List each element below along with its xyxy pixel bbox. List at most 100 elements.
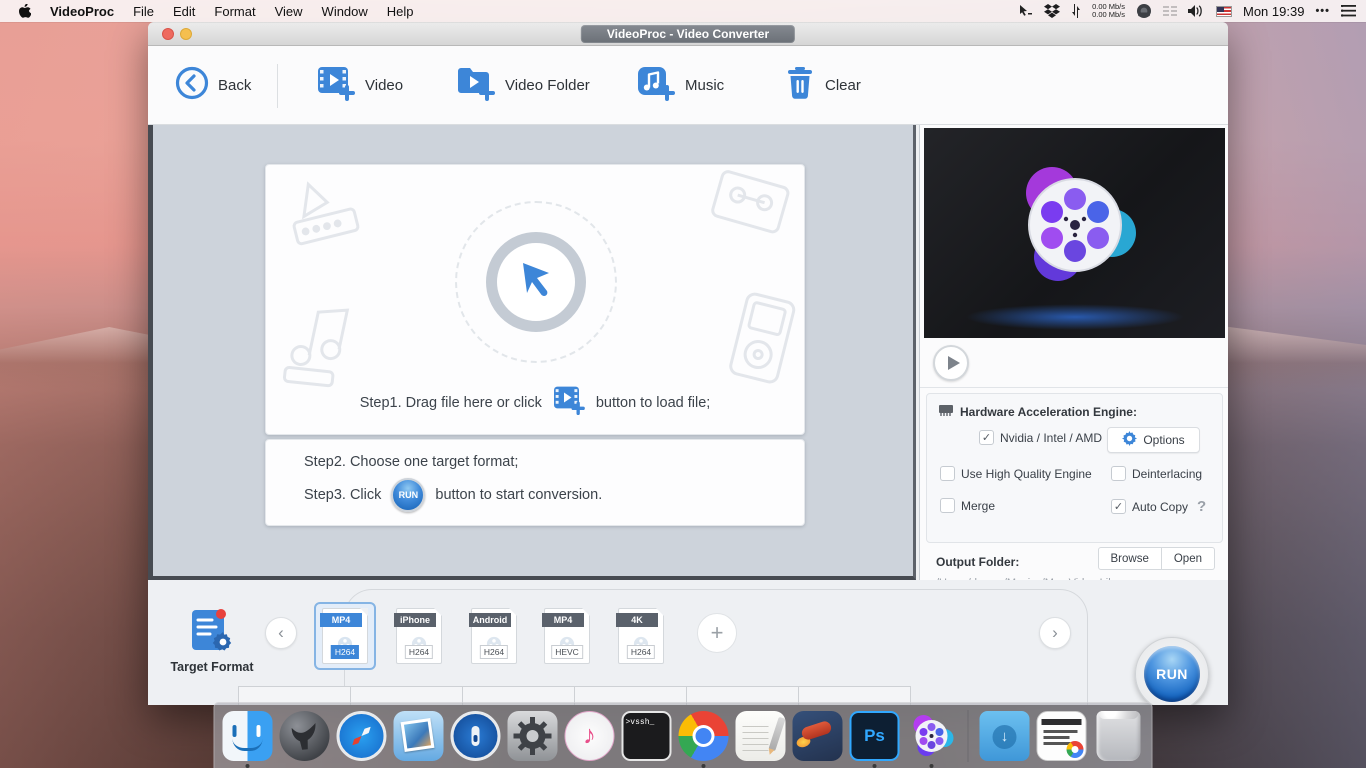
gpu-checkbox-row[interactable]: ✓ Nvidia / Intel / AMD (979, 430, 1102, 445)
deinterlacing-checkbox[interactable] (1111, 466, 1126, 481)
logo-glow (965, 304, 1185, 330)
format-card-selected[interactable]: MP4 H264 (314, 602, 376, 670)
dock-rocket-app[interactable] (793, 711, 843, 761)
scroll-formats-right-button[interactable]: › (1039, 617, 1071, 649)
dock-minimized-window[interactable] (1037, 711, 1087, 761)
safari-icon (337, 711, 387, 761)
menu-format[interactable]: Format (214, 4, 255, 19)
step2-text: Step2. Choose one target format; (304, 454, 602, 470)
1password-icon (451, 711, 501, 761)
browse-button[interactable]: Browse (1098, 547, 1162, 570)
clear-button[interactable]: Clear (786, 46, 861, 125)
format-card-4k[interactable]: 4K H264 (618, 608, 664, 664)
menu-window[interactable]: Window (322, 4, 368, 19)
format-card-android[interactable]: Android H264 (471, 608, 517, 664)
gpu-checkbox[interactable]: ✓ (979, 430, 994, 445)
running-indicator (246, 764, 250, 768)
volume-icon[interactable] (1188, 2, 1205, 20)
gear-icon (1122, 431, 1137, 449)
dock-separator (968, 710, 969, 762)
run-badge-icon: RUN (391, 478, 425, 512)
toolbar: Back Video Video Folder Music Clear (148, 46, 1228, 125)
deco-clapper-icon (278, 166, 374, 261)
add-music-button[interactable]: Music (636, 46, 724, 125)
format-top-label: 4K (616, 613, 658, 627)
format-card-iphone[interactable]: iPhone H264 (396, 608, 442, 664)
notification-center-icon[interactable] (1341, 2, 1356, 20)
running-indicator (873, 764, 877, 768)
dock-1password[interactable] (451, 711, 501, 761)
back-button[interactable]: Back (175, 46, 251, 125)
plus-icon: + (711, 620, 724, 646)
dock-finder[interactable] (223, 711, 273, 761)
dock-notes[interactable] (736, 711, 786, 761)
dock-chrome[interactable] (679, 711, 729, 761)
drop-target-ring[interactable] (471, 217, 601, 347)
merge-checkbox-row[interactable]: Merge (940, 498, 995, 513)
inactive-columns-icon[interactable] (1163, 2, 1177, 20)
add-video-label: Video (365, 77, 403, 94)
minimize-window-button[interactable] (180, 28, 192, 40)
dock-mail[interactable] (394, 711, 444, 761)
hardware-acceleration-section: Hardware Acceleration Engine: ✓ Nvidia /… (926, 393, 1223, 543)
app-status-icon[interactable] (1136, 2, 1152, 20)
dock-system-preferences[interactable] (508, 711, 558, 761)
close-window-button[interactable] (162, 28, 174, 40)
target-format-icon[interactable] (190, 606, 236, 659)
format-bottom-label: H264 (405, 645, 433, 659)
menu-file[interactable]: File (133, 4, 154, 19)
add-music-icon (636, 65, 676, 106)
autocopy-checkbox[interactable]: ✓ (1111, 499, 1126, 514)
format-bottom-label: H264 (331, 645, 359, 659)
dock-trash[interactable] (1094, 711, 1144, 761)
menu-edit[interactable]: Edit (173, 4, 195, 19)
open-button[interactable]: Open (1162, 547, 1215, 570)
siri-dots-icon[interactable]: ••• (1315, 5, 1330, 17)
videoproc-dock-icon (907, 711, 957, 761)
dock-terminal[interactable]: >vssh_ (622, 711, 672, 761)
keyboard-language-flag[interactable] (1216, 6, 1232, 17)
play-button[interactable] (933, 345, 969, 381)
deinterlacing-checkbox-row[interactable]: Deinterlacing (1111, 466, 1202, 481)
scroll-formats-left-button[interactable]: ‹ (265, 617, 297, 649)
menu-clock[interactable]: Mon 19:39 (1243, 4, 1304, 19)
menu-app-name[interactable]: VideoProc (50, 4, 114, 19)
menu-help[interactable]: Help (387, 4, 414, 19)
chevron-right-icon: › (1052, 623, 1058, 643)
dock-safari[interactable] (337, 711, 387, 761)
add-video-button[interactable]: Video (316, 46, 403, 125)
format-top-label: iPhone (394, 613, 436, 627)
dock-itunes[interactable]: ♪ (565, 711, 615, 761)
back-label: Back (218, 77, 251, 94)
options-button[interactable]: Options (1107, 427, 1200, 453)
network-speed[interactable]: 0.00 Mb/s0.00 Mb/s (1092, 3, 1125, 19)
dock-photoshop[interactable]: Ps (850, 711, 900, 761)
hq-checkbox-row[interactable]: Use High Quality Engine (940, 466, 1092, 481)
dock-launchpad[interactable] (280, 711, 330, 761)
add-video-folder-button[interactable]: Video Folder (456, 46, 590, 125)
format-top-label: Android (469, 613, 511, 627)
step1-text-suffix: button to load file; (596, 395, 710, 411)
add-format-button[interactable]: + (697, 613, 737, 653)
merge-checkbox[interactable] (940, 498, 955, 513)
deco-music-note-icon (275, 289, 363, 396)
title-bar[interactable]: VideoProc - Video Converter (148, 22, 1228, 46)
apple-menu-icon[interactable] (18, 2, 31, 20)
help-icon[interactable]: ? (1197, 498, 1206, 515)
run-button[interactable]: RUN (1135, 637, 1209, 705)
trash-full-icon (1097, 711, 1141, 761)
drop-zone[interactable]: Step1. Drag file here or click button to… (265, 164, 805, 435)
sync-arrows-icon[interactable] (1071, 2, 1081, 20)
dock-videoproc[interactable] (907, 711, 957, 761)
menu-view[interactable]: View (275, 4, 303, 19)
autocopy-checkbox-row[interactable]: ✓ Auto Copy ? (1111, 498, 1206, 515)
hq-checkbox[interactable] (940, 466, 955, 481)
dock-downloads[interactable]: ↓ (980, 711, 1030, 761)
rocket-app-icon (793, 711, 843, 761)
trash-icon (786, 66, 816, 105)
mail-icon (394, 711, 444, 761)
dropbox-icon[interactable] (1044, 2, 1060, 20)
cursor-status-icon[interactable] (1018, 2, 1033, 20)
chip-icon (937, 404, 955, 420)
format-card-mp4-hevc[interactable]: MP4 HEVC (544, 608, 590, 664)
